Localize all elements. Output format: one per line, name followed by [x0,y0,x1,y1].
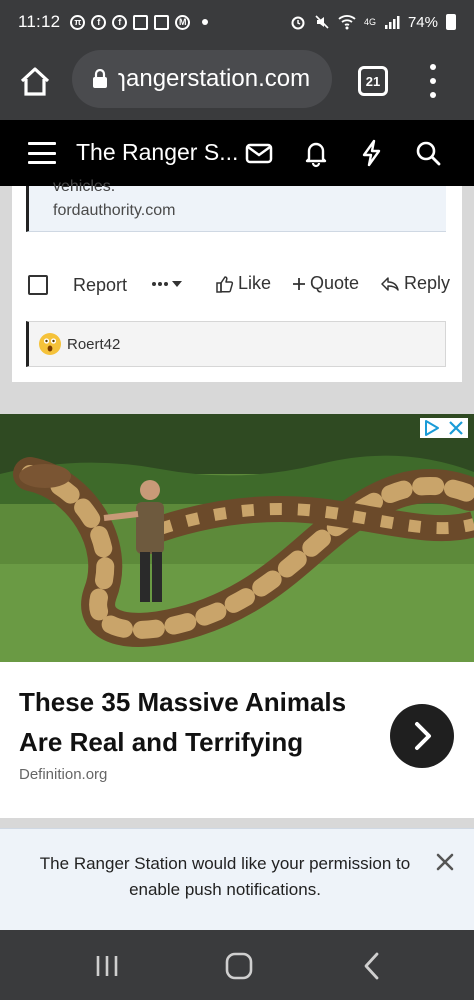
advertisement[interactable]: These 35 Massive Animals Are Real and Te… [0,414,474,818]
notification-icons: π f f M [70,14,209,30]
mute-icon [315,15,329,29]
close-icon[interactable] [434,851,456,873]
home-nav-icon[interactable] [221,948,257,984]
hamburger-menu-icon[interactable] [28,142,56,164]
pi-app-icon: π [70,14,86,30]
tab-switcher-button[interactable]: 21 [358,66,388,96]
wow-emoji-icon [39,333,61,355]
clock: 11:12 [18,12,61,31]
ad-image[interactable] [0,414,474,662]
signal-icon [384,16,400,29]
close-ad-icon[interactable] [447,419,465,437]
recent-apps-icon[interactable] [89,948,125,984]
ad-headline[interactable]: These 35 Massive Animals Are Real and Te… [19,682,379,762]
more-notifications-dot [202,19,209,25]
ad-choices-icon[interactable] [423,419,441,437]
quote-button[interactable]: Quote [292,273,359,294]
ad-choices[interactable] [420,418,468,438]
push-prompt-text: The Ranger Station would like your permi… [39,854,411,899]
system-indicators: 4G 74% [290,14,456,31]
site-title[interactable]: The Ranger S... [76,139,238,166]
reply-button[interactable]: Reply [380,273,450,294]
news-icon [133,14,149,30]
reactions-bar[interactable]: Roert42 [26,321,446,367]
address-bar[interactable]: ɿangerstation.com [72,50,332,108]
reply-label: Reply [404,273,451,293]
messages-icon[interactable] [244,138,274,168]
site-header: The Ranger S... [0,120,474,186]
ad-source: Definition.org [19,766,108,783]
select-post-checkbox[interactable] [28,275,48,295]
gmail-icon: M [175,14,191,30]
browser-menu-icon[interactable] [426,64,440,98]
ad-next-button[interactable] [390,704,454,768]
alarm-icon [291,16,305,30]
whats-new-bolt-icon[interactable] [357,138,387,168]
url-text: ɿangerstation.com [118,65,311,92]
giant-snake-photo [0,414,474,662]
facebook-icon: f [91,14,107,30]
battery-percent: 74% [407,13,438,31]
forum-post: vehicles. fordauthority.com Report Like … [12,178,462,382]
mail-icon [154,14,170,30]
home-icon[interactable] [18,65,52,99]
more-options-icon[interactable] [150,272,184,296]
facebook-icon: f [112,14,128,30]
post-actions: Report Like Quote Reply [12,270,462,300]
like-button[interactable]: Like [216,273,271,294]
quote-label: Quote [310,273,360,293]
wifi-icon [338,15,356,30]
like-label: Like [238,273,272,293]
back-nav-icon[interactable] [355,948,391,984]
lock-icon [93,69,107,88]
thumbs-up-icon [216,275,234,293]
browser-toolbar: ɿangerstation.com 21 [0,44,474,120]
plus-icon [293,277,305,290]
chevron-right-icon [415,722,431,750]
search-icon[interactable] [413,138,443,168]
push-notification-prompt: The Ranger Station would like your permi… [0,828,474,930]
quote-source-link[interactable]: fordauthority.com [53,202,175,220]
report-button[interactable]: Report [73,275,127,296]
reaction-user[interactable]: Roert42 [67,336,120,353]
quote-text: vehicles. [53,178,116,195]
battery-icon [446,14,456,30]
link-preview-quote[interactable]: vehicles. fordauthority.com [26,178,446,232]
reply-arrow-icon [381,276,399,291]
alerts-bell-icon[interactable] [301,138,331,168]
status-bar: 11:12 π f f M 4G 74% [0,0,474,44]
system-nav-bar [0,930,474,1000]
network-type: 4G [363,17,376,27]
